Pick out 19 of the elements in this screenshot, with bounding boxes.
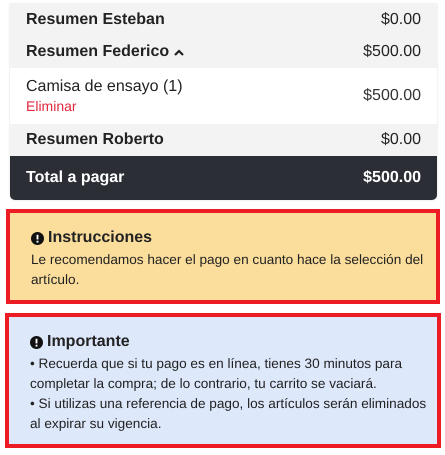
notice-title: Instrucciones [48, 229, 152, 247]
alert-icon [30, 336, 43, 348]
item-name: Camisa de ensayo (1) [26, 78, 183, 96]
group-amount: $500.00 [363, 43, 421, 61]
notice-text: • Si utilizas una referencia de pago, los artículos serán eliminados al expirar su vigencia. [30, 395, 428, 433]
alert-icon [31, 232, 44, 244]
group-amount: $0.00 [380, 131, 421, 149]
group-label[interactable]: Resumen Roberto [26, 131, 164, 149]
remove-link[interactable]: Eliminar [26, 98, 183, 114]
total-label: Total a pagar [26, 169, 124, 187]
item-price: $500.00 [363, 87, 421, 105]
total-amount: $500.00 [363, 169, 421, 187]
group-label[interactable]: Resumen Esteban [26, 11, 165, 29]
notice-text: Le recomendamos hacer el pago en cuanto hace la selección del artículo. [31, 251, 424, 289]
chevron-up-icon[interactable] [174, 48, 184, 56]
group-label[interactable]: Resumen Federico [26, 43, 170, 61]
group-amount: $0.00 [380, 11, 421, 29]
notice-title: Importante [47, 333, 130, 351]
notice-text: • Recuerda que si tu pago es en línea, tienes 30 minutos para completar la compra; de lo contrario, tu carrito se vaciará. [30, 355, 404, 393]
